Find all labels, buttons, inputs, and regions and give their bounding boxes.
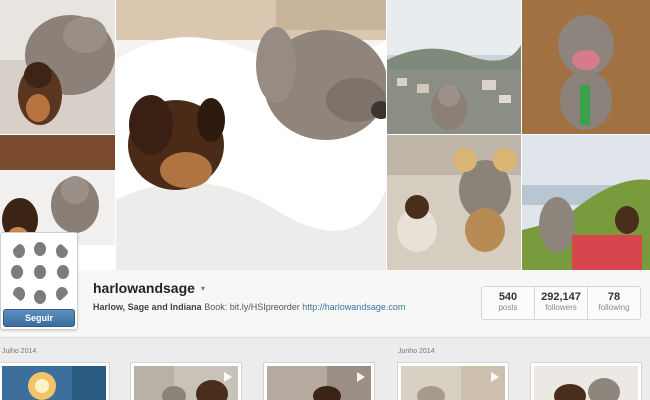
photo-feed: Julho 2014 Junho 2014 <box>0 338 650 400</box>
instagram-profile-page: Seguir harlowandsage ▾ Harlow, Sage and … <box>0 0 650 400</box>
video-play-icon <box>224 372 232 382</box>
stat-label: posts <box>498 303 518 312</box>
stat-followers[interactable]: 292,147 followers <box>535 287 588 319</box>
video-play-icon <box>357 372 365 382</box>
profile-bio: Harlow, Sage and Indiana Book: bit.ly/HS… <box>93 302 405 312</box>
stat-label: following <box>598 303 630 312</box>
profile-username[interactable]: harlowandsage <box>93 280 195 296</box>
profile-avatar[interactable] <box>5 237 75 307</box>
mosaic-photo-4[interactable] <box>522 0 650 134</box>
photo-mosaic <box>0 0 650 270</box>
month-label: Junho 2014 <box>398 348 435 355</box>
stat-following[interactable]: 78 following <box>588 287 640 319</box>
follow-button[interactable]: Seguir <box>3 309 75 327</box>
photo-image <box>401 366 505 400</box>
username-row: harlowandsage ▾ <box>93 280 205 296</box>
avatar-card: Seguir <box>0 232 78 330</box>
mosaic-photo-6[interactable] <box>522 135 650 270</box>
photo-image <box>534 366 638 400</box>
stat-value: 540 <box>498 291 518 303</box>
chevron-down-icon[interactable]: ▾ <box>201 284 205 293</box>
bio-link[interactable]: http://harlowandsage.com <box>302 302 405 312</box>
bio-text: Book: bit.ly/HSIpreorder <box>204 302 300 312</box>
feed-photo[interactable] <box>397 362 509 400</box>
photo-image <box>2 366 106 400</box>
photo-image <box>134 366 238 400</box>
mosaic-photo-3[interactable] <box>387 0 521 134</box>
bio-name: Harlow, Sage and Indiana <box>93 302 202 312</box>
feed-photo[interactable] <box>263 362 375 400</box>
profile-stats: 540 posts 292,147 followers 78 following <box>481 286 641 320</box>
stat-value: 292,147 <box>541 291 581 303</box>
feed-photo[interactable] <box>0 362 110 400</box>
mosaic-photo-featured[interactable] <box>116 0 386 270</box>
video-play-icon <box>491 372 499 382</box>
stat-posts[interactable]: 540 posts <box>482 287 535 319</box>
mosaic-photo-1[interactable] <box>0 0 115 134</box>
photo-image <box>267 366 371 400</box>
feed-photo[interactable] <box>530 362 642 400</box>
stat-value: 78 <box>607 291 621 303</box>
stat-label: followers <box>545 303 577 312</box>
mosaic-photo-5[interactable] <box>387 135 521 270</box>
feed-photo[interactable] <box>130 362 242 400</box>
month-label: Julho 2014 <box>2 348 37 355</box>
